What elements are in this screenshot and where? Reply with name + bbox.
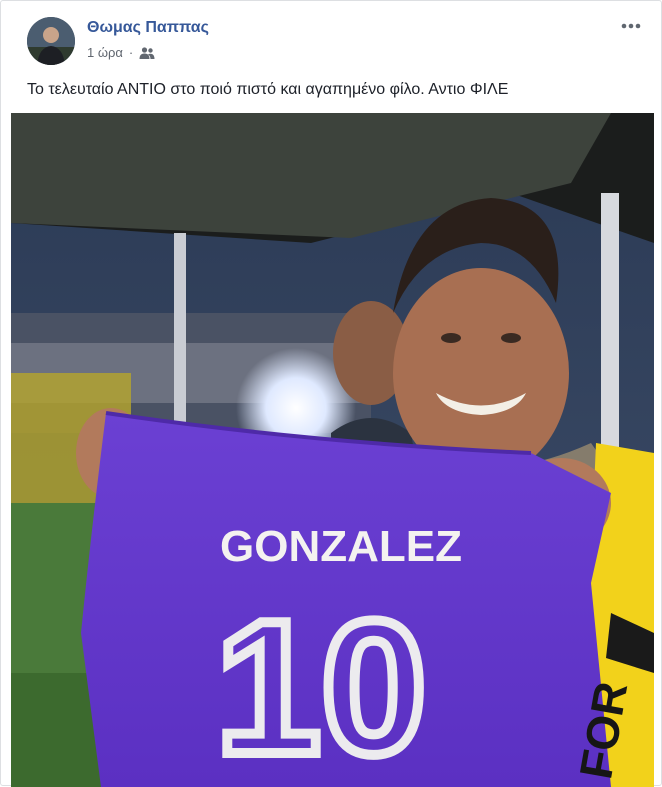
post-header: Θωμας Παππας 1 ώρα · [1,1,662,73]
author-avatar[interactable] [27,17,75,65]
more-options-button[interactable] [619,15,643,35]
post-text: Το τελευταίο ΑΝΤΙΟ στο ποιό πιστό και αγ… [27,81,509,98]
post-meta: 1 ώρα · [87,45,155,60]
post-card: Θωμας Παππας 1 ώρα · Το τελευταίο ΑΝΤΙΟ … [0,0,662,787]
author-name-link[interactable]: Θωμας Παππας [87,19,209,37]
friends-icon[interactable] [139,46,155,60]
meta-separator: · [128,45,134,60]
post-photo[interactable]: GONZALEZ 10 FOR [11,113,654,787]
more-options-icon [621,16,641,34]
jersey-name: GONZALEZ [220,522,462,571]
jersey-number: 10 [215,582,426,787]
post-timestamp[interactable]: 1 ώρα [87,45,123,60]
